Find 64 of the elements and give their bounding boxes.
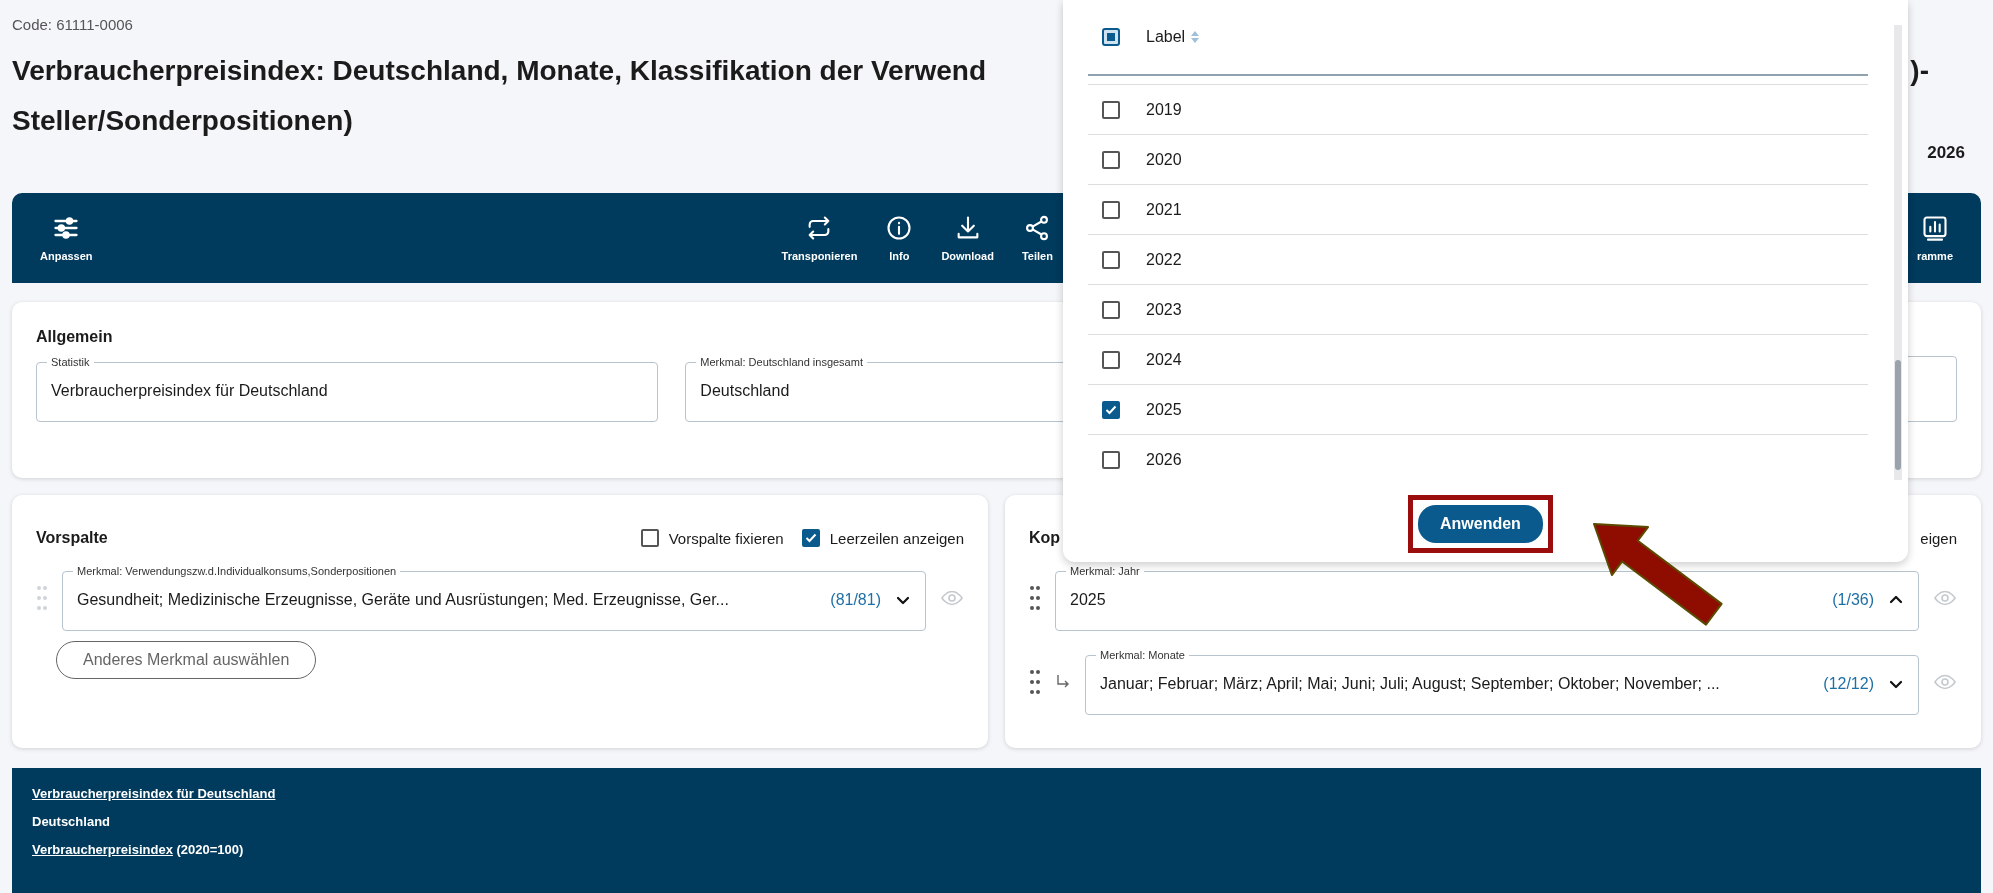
checkbox[interactable]: [1102, 200, 1120, 219]
section-heading: Allgemein: [36, 328, 113, 346]
year-option[interactable]: 2026: [1146, 450, 1182, 469]
selection-count: (12/12): [1823, 674, 1874, 693]
checkbox[interactable]: [1102, 300, 1120, 319]
section-heading: Vorspalte: [36, 529, 108, 547]
toolbar-button[interactable]: ramme: [1904, 214, 1965, 262]
drag-handle-icon[interactable]: [36, 585, 48, 611]
checkbox[interactable]: [1102, 150, 1120, 169]
year-option[interactable]: 2021: [1146, 200, 1182, 219]
checkbox[interactable]: [1102, 450, 1120, 469]
toolbar-button[interactable]: Transponieren: [769, 214, 870, 262]
year-option[interactable]: 2023: [1146, 300, 1182, 319]
checkbox[interactable]: [1102, 350, 1120, 369]
info-link[interactable]: Verbraucherpreisindex: [32, 842, 173, 857]
scrollbar[interactable]: [1894, 25, 1902, 480]
select-field[interactable]: Merkmal: Jahr 2025 (1/36): [1055, 565, 1919, 631]
checkbox[interactable]: [801, 529, 820, 547]
field-value: Gesundheit; Medizinische Erzeugnisse, Geräte und Ausrüstungen; Med. Erzeugnisse, Ger...: [77, 590, 729, 609]
selection-count: (1/36): [1832, 590, 1874, 609]
toolbar-button[interactable]: Download: [929, 214, 1006, 262]
period-text: 2026: [1927, 143, 1965, 163]
page-title: )-: [1910, 54, 1929, 88]
toolbar-button[interactable]: Teilen: [1009, 214, 1065, 262]
select-field[interactable]: Statistik Verbraucherpreisindex für Deutschland: [36, 356, 659, 422]
field-label: Merkmal: Verwendungszw.d.Individualkonsums,Sonderpositionen: [76, 565, 398, 577]
checkbox-label: Vorspalte fixieren: [668, 529, 784, 547]
checkbox-label: Leerzeilen anzeigen: [829, 529, 964, 547]
year-option[interactable]: 2019: [1146, 100, 1182, 119]
select-all-icon[interactable]: [1102, 28, 1120, 46]
field-label: Merkmal: Deutschland insgesamt: [699, 356, 864, 368]
year-option[interactable]: 2025: [1146, 400, 1182, 419]
toolbar-button[interactable]: Info: [873, 214, 926, 262]
page-title: Steller/Sonderpositionen): [12, 104, 353, 138]
drag-handle-icon[interactable]: [1029, 585, 1041, 611]
field-value: Deutschland: [700, 381, 790, 400]
section-heading: Kop: [1029, 529, 1061, 547]
option-label: eigen: [1920, 529, 1957, 547]
info-line: Deutschland: [32, 814, 111, 829]
table-code: Code: 61111-0006: [12, 16, 133, 33]
checkbox[interactable]: [1102, 400, 1120, 419]
info-line: Verbraucherpreisindex (2020=100): [32, 842, 245, 857]
choose-feature-button[interactable]: Anderes Merkmal auswählen: [56, 641, 317, 679]
checkbox[interactable]: [640, 529, 659, 547]
field-value: Verbraucherpreisindex für Deutschland: [51, 381, 328, 400]
field-label: Statistik: [50, 356, 91, 368]
info-link[interactable]: Verbraucherpreisindex für Deutschland: [32, 786, 276, 801]
drag-handle-icon[interactable]: [1029, 669, 1041, 695]
apply-button[interactable]: Anwenden: [1418, 505, 1543, 543]
checkbox[interactable]: [1102, 250, 1120, 269]
year-option[interactable]: 2020: [1146, 150, 1182, 169]
field-label: Merkmal: Jahr: [1069, 565, 1141, 577]
year-option[interactable]: 2022: [1146, 250, 1182, 269]
column-header[interactable]: Label: [1146, 28, 1186, 46]
checkbox[interactable]: [1102, 100, 1120, 119]
toolbar-button[interactable]: Anpassen: [28, 214, 105, 262]
field-value: Januar; Februar; März; April; Mai; Juni; Juli; August; September; Oktober; November; ...: [1100, 674, 1720, 693]
select-field[interactable]: Merkmal: Verwendungszw.d.Individualkonsums,Sonderpositionen Gesundheit; Medizinische Erzeugnisse, Geräte und Ausrüstungen; Med. Erzeugnisse, Ger... (81/81): [62, 565, 926, 631]
bar-chart-icon: [1920, 214, 1949, 242]
field-label: Merkmal: Monate: [1099, 649, 1186, 661]
selection-count: (81/81): [830, 590, 881, 609]
select-field[interactable]: Merkmal: Monate Januar; Februar; März; April; Mai; Juni; Juli; August; September; Oktober; November; ... (12/12): [1085, 649, 1919, 715]
field-value: 2025: [1070, 590, 1106, 609]
page-title: Verbraucherpreisindex: Deutschland, Monate, Klassifikation der Verwend: [12, 54, 987, 88]
